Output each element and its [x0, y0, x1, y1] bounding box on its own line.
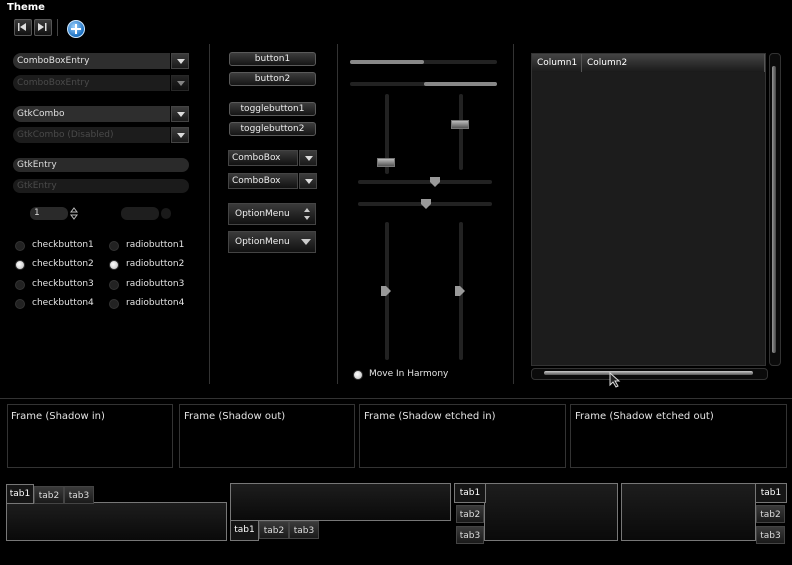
frame-label-shadow-etched-out: Frame (Shadow etched out): [575, 411, 714, 422]
skip-back-icon[interactable]: [14, 19, 32, 36]
updown-arrows-icon: [304, 208, 310, 220]
vscale-right[interactable]: [459, 94, 463, 170]
gtk-entry[interactable]: GtkEntry: [13, 158, 189, 172]
separator: [337, 44, 338, 384]
button1[interactable]: button1: [229, 52, 316, 66]
separator: [0, 398, 792, 399]
spin-arrows-icon: [161, 208, 171, 219]
checkbutton-indicator[interactable]: [15, 299, 25, 309]
frame-label-shadow-in: Frame (Shadow in): [11, 411, 105, 422]
tab-right-3[interactable]: tab3: [756, 526, 785, 544]
checkbutton-label[interactable]: checkbutton3: [32, 279, 94, 289]
radiobutton-indicator[interactable]: [109, 280, 119, 290]
move-in-harmony-check[interactable]: [353, 370, 363, 380]
vertical-scrollbar-thumb[interactable]: [772, 66, 776, 353]
mouse-cursor-icon: [609, 372, 621, 388]
skip-forward-icon[interactable]: [34, 19, 52, 36]
checkbutton-label[interactable]: checkbutton1: [32, 240, 94, 250]
hscale-2-handle[interactable]: [421, 199, 431, 209]
radiobutton-indicator[interactable]: [109, 260, 119, 270]
radiobutton-indicator[interactable]: [109, 299, 119, 309]
combobox1[interactable]: ComboBox: [228, 150, 298, 166]
add-icon[interactable]: [67, 20, 85, 38]
chevron-down-icon[interactable]: [171, 106, 189, 122]
togglebutton2[interactable]: togglebutton2: [229, 122, 316, 136]
chevron-down-icon[interactable]: [299, 150, 317, 166]
vscale-right-handle[interactable]: [451, 120, 469, 130]
vscale-left-long-handle[interactable]: [381, 286, 391, 296]
column-header-2[interactable]: Column2: [582, 54, 765, 72]
gtk-entry-disabled: GtkEntry: [13, 179, 189, 193]
separator: [513, 44, 514, 384]
togglebutton1[interactable]: togglebutton1: [229, 102, 316, 116]
checkbutton-indicator[interactable]: [15, 260, 25, 270]
gtk-combo-disabled: GtkCombo (Disabled): [13, 127, 170, 143]
spin-button-disabled: 1: [121, 207, 159, 220]
vscale-left-handle[interactable]: [377, 158, 395, 167]
frame-label-shadow-out: Frame (Shadow out): [184, 411, 286, 422]
move-in-harmony-label: Move In Harmony: [369, 369, 449, 379]
window-title: Theme: [7, 2, 45, 13]
chevron-down-icon[interactable]: [299, 173, 317, 189]
checkbutton-indicator[interactable]: [15, 280, 25, 290]
notebook-right-panel: [621, 483, 756, 541]
radiobutton-label[interactable]: radiobutton2: [126, 259, 184, 269]
tab-top-2[interactable]: tab2: [34, 486, 64, 504]
chevron-down-icon: [301, 239, 311, 245]
tree-view[interactable]: Column1 Column2: [531, 53, 766, 366]
notebook-left-panel: [484, 483, 618, 541]
horizontal-scrollbar[interactable]: [531, 368, 768, 380]
gtk-combo[interactable]: GtkCombo: [13, 106, 170, 122]
combo-box-entry[interactable]: ComboBoxEntry: [13, 53, 170, 69]
column-header-1[interactable]: Column1: [532, 54, 582, 72]
tab-top-1[interactable]: tab1: [6, 484, 34, 504]
frame-label-shadow-etched-in: Frame (Shadow etched in): [364, 411, 496, 422]
toolbar-separator: [57, 19, 58, 36]
hscale-1-handle[interactable]: [430, 177, 440, 187]
chevron-down-icon: [171, 75, 189, 91]
button2[interactable]: button2: [229, 72, 316, 86]
radiobutton-label[interactable]: radiobutton1: [126, 240, 184, 250]
tab-right-1[interactable]: tab1: [755, 483, 787, 503]
vertical-scrollbar[interactable]: [769, 53, 781, 366]
tab-bottom-3[interactable]: tab3: [289, 521, 319, 539]
tab-left-2[interactable]: tab2: [456, 505, 484, 523]
combobox2[interactable]: ComboBox: [228, 173, 298, 189]
combo-box-entry-disabled: ComboBoxEntry: [13, 75, 170, 91]
spin-arrows-icon[interactable]: [70, 207, 78, 220]
radiobutton-indicator[interactable]: [109, 241, 119, 251]
tab-right-2[interactable]: tab2: [756, 505, 785, 523]
vscale-right-long-handle[interactable]: [455, 286, 465, 296]
tab-bottom-1[interactable]: tab1: [230, 520, 259, 541]
spin-button[interactable]: 1: [30, 207, 68, 220]
radiobutton-label[interactable]: radiobutton3: [126, 279, 184, 289]
tab-left-1[interactable]: tab1: [454, 483, 486, 503]
tab-top-3[interactable]: tab3: [64, 486, 94, 504]
separator: [209, 44, 210, 384]
radiobutton-label[interactable]: radiobutton4: [126, 298, 184, 308]
tab-bottom-2[interactable]: tab2: [259, 521, 289, 539]
tab-left-3[interactable]: tab3: [456, 526, 484, 544]
hscale-1[interactable]: [358, 180, 492, 184]
horizontal-scrollbar-thumb[interactable]: [544, 371, 753, 375]
checkbutton-label[interactable]: checkbutton2: [32, 259, 94, 269]
notebook-top-panel: [6, 502, 227, 541]
chevron-down-icon: [171, 127, 189, 143]
checkbutton-indicator[interactable]: [15, 241, 25, 251]
progress-bar-1: [350, 60, 497, 64]
checkbutton-label[interactable]: checkbutton4: [32, 298, 94, 308]
chevron-down-icon[interactable]: [171, 53, 189, 69]
notebook-bottom-panel: [230, 483, 451, 521]
progress-bar-2: [350, 82, 497, 86]
